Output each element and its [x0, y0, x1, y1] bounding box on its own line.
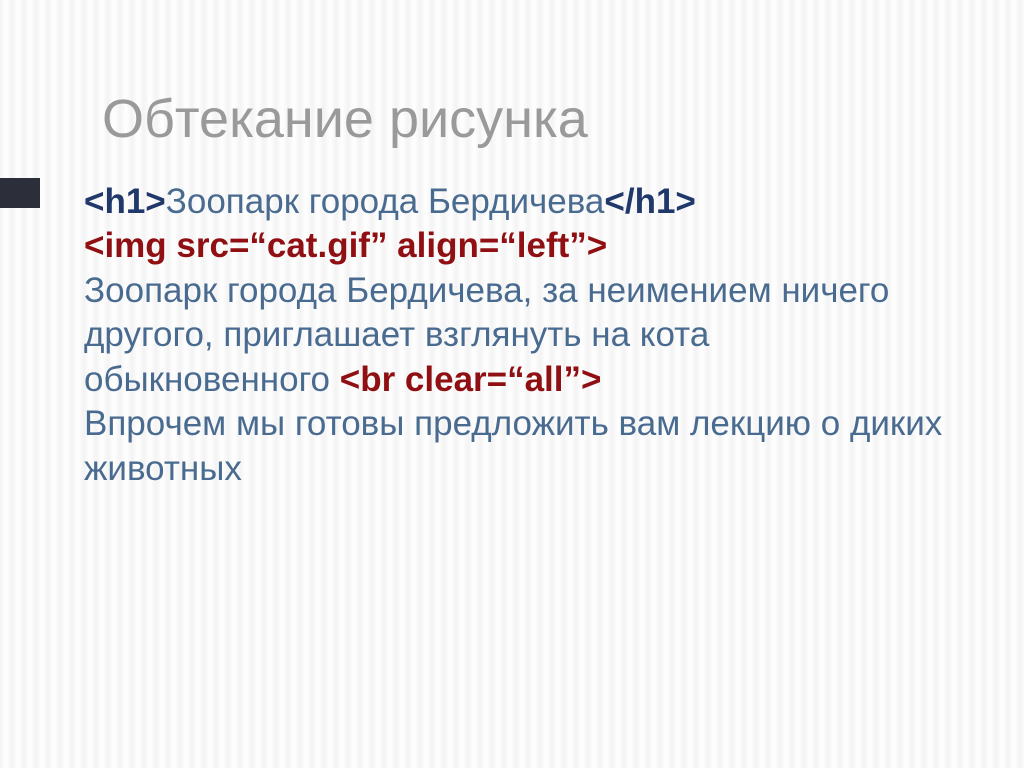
slide: Обтекание рисунка <h1>Зоопарк города Бер… — [0, 0, 1024, 768]
body-text-2: Впрочем мы готовы предложить вам лекцию … — [84, 404, 942, 487]
br-tag-code: <br clear=“all”> — [340, 360, 602, 399]
accent-bar-top — [0, 178, 40, 208]
img-tag-code: <img src=“cat.gif” align=“left”> — [84, 226, 607, 265]
h1-text: Зоопарк города Бердичева — [166, 182, 605, 221]
slide-content: <h1>Зоопарк города Бердичева</h1> <img s… — [84, 180, 964, 491]
h1-close-tag: </h1> — [604, 182, 695, 221]
h1-open-tag: <h1> — [84, 182, 166, 221]
slide-title: Обтекание рисунка — [102, 88, 588, 150]
